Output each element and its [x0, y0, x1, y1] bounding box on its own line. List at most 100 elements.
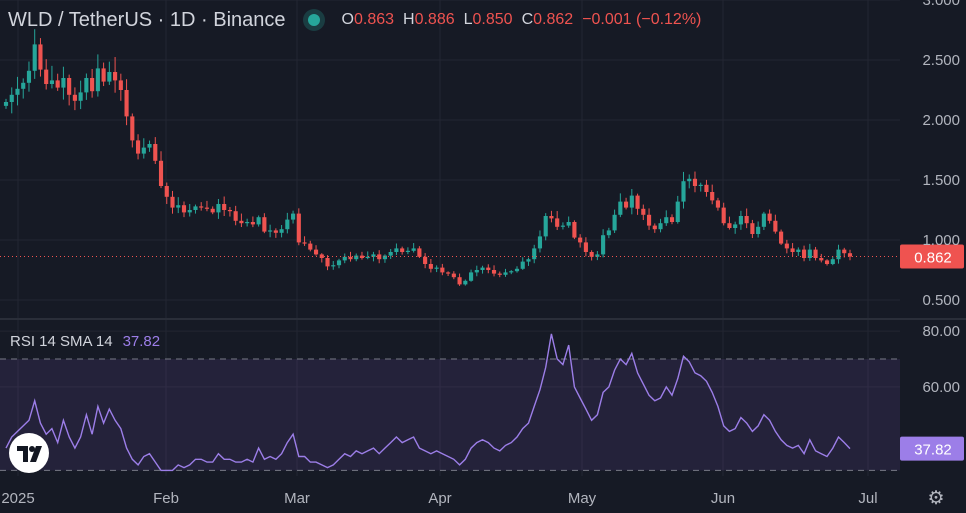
candle-body	[336, 260, 342, 266]
symbol-title[interactable]: WLD / TetherUS · 1D · Binance	[8, 9, 286, 32]
candle-body	[790, 248, 795, 252]
candle-body	[256, 217, 261, 225]
candle-body	[153, 144, 158, 161]
candle-body	[641, 208, 646, 215]
candle-body	[474, 270, 479, 273]
candle-body	[721, 207, 726, 224]
candle-body	[583, 242, 588, 252]
candle-body	[158, 160, 164, 186]
candle-body	[595, 254, 600, 257]
candle-body	[480, 267, 485, 270]
candle-body	[216, 204, 221, 213]
candle-body	[681, 181, 686, 202]
candle-body	[107, 72, 112, 82]
candle-body	[245, 222, 250, 224]
candle-body	[101, 68, 106, 82]
candle-body	[514, 268, 520, 272]
candle-body	[124, 90, 129, 117]
candle-body	[3, 102, 9, 106]
ohlc-readout: O0.863 H0.886 L0.850 C0.862 −0.001 (−0.1…	[342, 11, 702, 29]
candle-body	[503, 272, 508, 275]
gear-icon[interactable]: ⚙	[926, 489, 946, 509]
candle-body	[784, 243, 789, 249]
candle-body	[491, 270, 497, 274]
rsi-legend[interactable]: RSI 14 SMA 14 37.82	[10, 333, 160, 350]
candle-body	[446, 272, 451, 274]
candle-body	[658, 223, 663, 230]
time-axis-label: May	[568, 490, 597, 507]
candle-body	[601, 235, 606, 255]
candle-body	[710, 192, 715, 201]
candle-body	[204, 207, 210, 209]
low-value: 0.850	[472, 11, 513, 28]
tradingview-logo-mark	[17, 446, 42, 462]
time-axis-label: Jun	[711, 490, 735, 507]
candle-body	[526, 259, 531, 262]
last-price-line: 0.862	[0, 244, 964, 269]
candle-body	[773, 220, 778, 232]
price-axis-label: 1.500	[922, 172, 960, 189]
time-axis-label: Jul	[858, 490, 877, 507]
candle-body	[262, 217, 267, 232]
price-axis[interactable]: 3.000 2.500 2.000 1.500 1.000 0.500 80.00 60.00	[922, 0, 960, 396]
candle-body	[313, 249, 319, 255]
candle-body	[67, 78, 72, 95]
candle-body	[497, 273, 502, 275]
candle-body	[342, 256, 347, 261]
candle-body	[543, 216, 548, 237]
candle-body	[222, 204, 227, 210]
candle-body	[365, 256, 370, 258]
candle-body	[549, 216, 554, 219]
candle-body	[836, 249, 841, 260]
candle-body	[291, 213, 296, 220]
candle-body	[118, 80, 123, 90]
market-status-icon[interactable]	[307, 14, 320, 26]
last-price-label: 0.862	[914, 250, 952, 267]
tradingview-logo-icon[interactable]	[9, 433, 49, 473]
candle-body	[664, 217, 669, 224]
candle-body	[44, 69, 49, 84]
candle-body	[164, 186, 169, 197]
candle-body	[744, 216, 749, 224]
high-value: 0.886	[414, 11, 455, 28]
chart[interactable]: 0.862 37.82 3.000 2.500 2.000 1.500 1.000 0.5…	[0, 0, 966, 509]
time-axis[interactable]: 2025 Feb Mar Apr May Jun Jul	[1, 490, 877, 507]
candle-body	[589, 252, 594, 257]
candle-body	[268, 230, 273, 232]
candle-body	[26, 70, 32, 83]
close-label: C	[521, 11, 534, 28]
candle-body	[227, 210, 232, 212]
candle-body	[388, 252, 393, 256]
candle-body	[451, 273, 456, 278]
candle-body	[715, 200, 721, 208]
candle-body	[486, 267, 491, 270]
candle-body	[738, 216, 743, 225]
candle-body	[468, 272, 474, 281]
candle-body	[113, 72, 118, 81]
candle-body	[348, 256, 353, 260]
candle-body	[733, 224, 738, 228]
candle-body	[796, 249, 801, 252]
candle-body	[141, 147, 146, 154]
candle-body	[578, 237, 583, 243]
time-axis-label: Apr	[428, 490, 451, 507]
candle-body	[302, 242, 307, 244]
candle-body	[537, 236, 543, 249]
chart-canvas[interactable]: 0.862 37.82 3.000 2.500 2.000 1.500 1.000 0.5…	[0, 0, 966, 508]
candle-body	[606, 230, 611, 236]
candle-body	[572, 222, 577, 238]
candle-body	[325, 258, 330, 267]
candle-body	[779, 231, 784, 244]
candle-body	[612, 214, 617, 231]
candle-body	[170, 196, 175, 208]
candle-body	[394, 248, 399, 252]
low-label: L	[463, 11, 473, 28]
candle-body	[692, 178, 698, 186]
candle-body	[842, 249, 847, 254]
candle-body	[400, 248, 405, 252]
candle-body	[55, 80, 60, 88]
candle-body	[819, 258, 824, 261]
candle-body	[405, 250, 410, 252]
close-value: 0.862	[533, 11, 574, 28]
candle-body	[847, 253, 853, 257]
